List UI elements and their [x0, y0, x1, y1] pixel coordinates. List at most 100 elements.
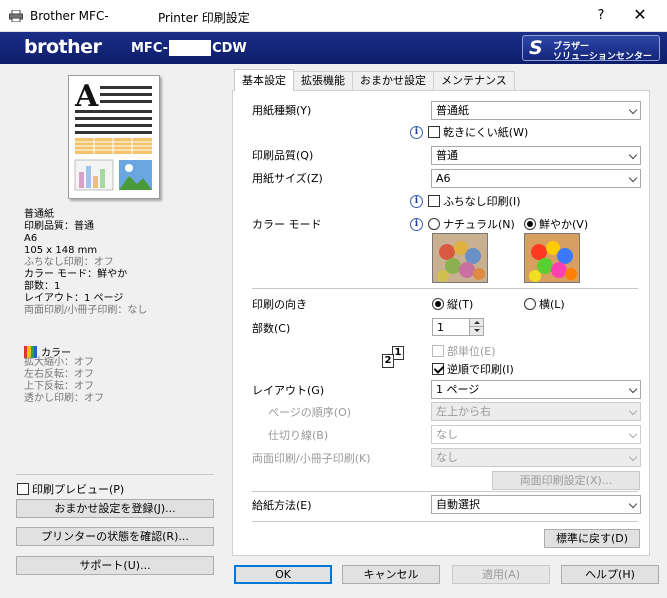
- divider: [252, 521, 638, 522]
- tab-basic[interactable]: 基本設定: [234, 69, 294, 91]
- print-quality-value: 普通: [436, 149, 458, 162]
- color-natural-label: ナチュラル(N): [443, 218, 515, 231]
- stepper-up-icon[interactable]: [469, 319, 483, 327]
- summary-line: 透かし印刷：オフ: [24, 393, 104, 404]
- collate-option[interactable]: 部単位(E): [432, 343, 496, 359]
- landscape-radio[interactable]: [524, 298, 536, 310]
- summary-line: 印刷品質：普通: [24, 221, 94, 232]
- divider: [252, 491, 638, 492]
- tab-presets[interactable]: おまかせ設定: [352, 71, 434, 91]
- help-button[interactable]: ヘルプ(H): [561, 565, 659, 584]
- solution-center-icon: S: [529, 37, 543, 59]
- print-preview-label: 印刷プレビュー(P): [32, 483, 125, 496]
- media-type-select[interactable]: 普通紙: [431, 101, 641, 120]
- stepper-down-icon[interactable]: [469, 327, 483, 335]
- divider: [16, 474, 214, 475]
- portrait-radio[interactable]: [432, 298, 444, 310]
- page-preview: A: [68, 75, 160, 199]
- media-type-label: 用紙種類(Y): [252, 104, 312, 117]
- chevron-down-icon: [628, 406, 638, 416]
- model-name: MFC- CDW: [131, 40, 247, 56]
- slow-dry-row: i 乾きにくい紙(W): [410, 124, 528, 140]
- preview-document-icon: A: [74, 79, 152, 191]
- border-line-select[interactable]: なし: [431, 425, 641, 444]
- layout-select[interactable]: 1 ページ: [431, 380, 641, 399]
- svg-text:A: A: [74, 79, 99, 114]
- page-order-select[interactable]: 左上から右: [431, 402, 641, 421]
- window-title-suffix: Printer 印刷設定: [158, 11, 250, 25]
- paper-size-value: A6: [436, 172, 451, 185]
- copies-value: 1: [437, 321, 444, 334]
- paper-source-value: 自動選択: [436, 498, 480, 511]
- duplex-value: なし: [436, 451, 458, 464]
- copies-stepper[interactable]: 1: [432, 318, 484, 336]
- landscape-option[interactable]: 横(L): [524, 296, 565, 312]
- window-title: Brother MFC-: [30, 9, 109, 23]
- collate-label: 部単位(E): [447, 345, 496, 358]
- print-preview-checkbox[interactable]: 印刷プレビュー(P): [17, 481, 124, 497]
- natural-sample-image: [432, 233, 488, 283]
- print-quality-select[interactable]: 普通: [431, 146, 641, 165]
- summary-line: ふちなし印刷：オフ: [24, 257, 114, 268]
- summary-line: 上下反転：オフ: [24, 381, 94, 392]
- help-question-icon[interactable]: ?: [588, 4, 614, 28]
- borderless-row: i ふちなし印刷(I): [410, 193, 521, 209]
- color-mode-label: カラー モード: [252, 218, 322, 231]
- borderless-label: ふちなし印刷(I): [443, 195, 521, 208]
- orientation-label: 印刷の向き: [252, 298, 307, 311]
- paper-source-select[interactable]: 自動選択: [431, 495, 641, 514]
- divider: [252, 288, 638, 289]
- color-vivid-radio[interactable]: [524, 218, 536, 230]
- chevron-down-icon: [628, 150, 638, 160]
- duplex-settings-button[interactable]: 両面印刷設定(X)...: [492, 471, 640, 490]
- color-natural-option[interactable]: i ナチュラル(N): [410, 216, 515, 232]
- slow-dry-checkbox[interactable]: [428, 126, 440, 138]
- tab-bar: 基本設定 拡張機能 おまかせ設定 メンテナンス: [234, 69, 515, 91]
- close-icon[interactable]: ✕: [625, 4, 655, 28]
- border-line-label: 仕切り線(B): [268, 429, 329, 442]
- checkbox-box[interactable]: [17, 483, 29, 495]
- chevron-down-icon: [628, 452, 638, 462]
- support-button[interactable]: サポート(U)...: [16, 556, 214, 575]
- paper-size-select[interactable]: A6: [431, 169, 641, 188]
- summary-line: 部数：1: [24, 281, 61, 292]
- solution-center-button[interactable]: S ブラザー ソリューションセンター: [522, 35, 660, 62]
- tab-advanced[interactable]: 拡張機能: [293, 71, 353, 91]
- cancel-button[interactable]: キャンセル: [342, 565, 440, 584]
- model-prefix: MFC-: [131, 40, 169, 56]
- summary-line: レイアウト：1 ページ: [24, 293, 124, 304]
- info-icon[interactable]: i: [410, 125, 423, 139]
- print-quality-label: 印刷品質(Q): [252, 149, 314, 162]
- info-icon[interactable]: i: [410, 217, 423, 231]
- color-bars-icon: [24, 345, 37, 358]
- portrait-label: 縦(T): [447, 298, 474, 311]
- layout-value: 1 ページ: [436, 383, 480, 396]
- tab-maintenance[interactable]: メンテナンス: [433, 71, 515, 91]
- duplex-select[interactable]: なし: [431, 448, 641, 467]
- title-bar: Brother MFC- Printer 印刷設定 ? ✕: [0, 0, 667, 32]
- color-natural-radio[interactable]: [428, 218, 440, 230]
- paper-size-label: 用紙サイズ(Z): [252, 172, 323, 185]
- collate-checkbox[interactable]: [432, 345, 444, 357]
- info-icon[interactable]: i: [410, 194, 423, 208]
- summary-line: 拡大縮小：オフ: [24, 357, 94, 368]
- reverse-order-checkbox[interactable]: [432, 363, 444, 375]
- color-vivid-label: 鮮やか(V): [539, 218, 589, 231]
- register-preset-button[interactable]: おまかせ設定を登録(J)...: [16, 499, 214, 518]
- ok-button[interactable]: OK: [234, 565, 332, 584]
- color-vivid-option[interactable]: 鮮やか(V): [524, 216, 588, 232]
- borderless-checkbox[interactable]: [428, 195, 440, 207]
- printer-status-button[interactable]: プリンターの状態を確認(R)...: [16, 527, 214, 546]
- printer-icon: [9, 10, 23, 22]
- collate-pages-icon: 1 2: [380, 346, 408, 372]
- apply-button[interactable]: 適用(A): [452, 565, 550, 584]
- restore-defaults-button[interactable]: 標準に戻す(D): [544, 529, 640, 548]
- paper-source-label: 給紙方法(E): [252, 499, 312, 512]
- reverse-order-option[interactable]: 逆順で印刷(I): [432, 361, 514, 377]
- portrait-option[interactable]: 縦(T): [432, 296, 473, 312]
- vivid-sample-image: [524, 233, 580, 283]
- chevron-down-icon: [628, 429, 638, 439]
- border-line-value: なし: [436, 428, 458, 441]
- redacted-block: [169, 40, 212, 56]
- page-front-number: 2: [382, 354, 394, 368]
